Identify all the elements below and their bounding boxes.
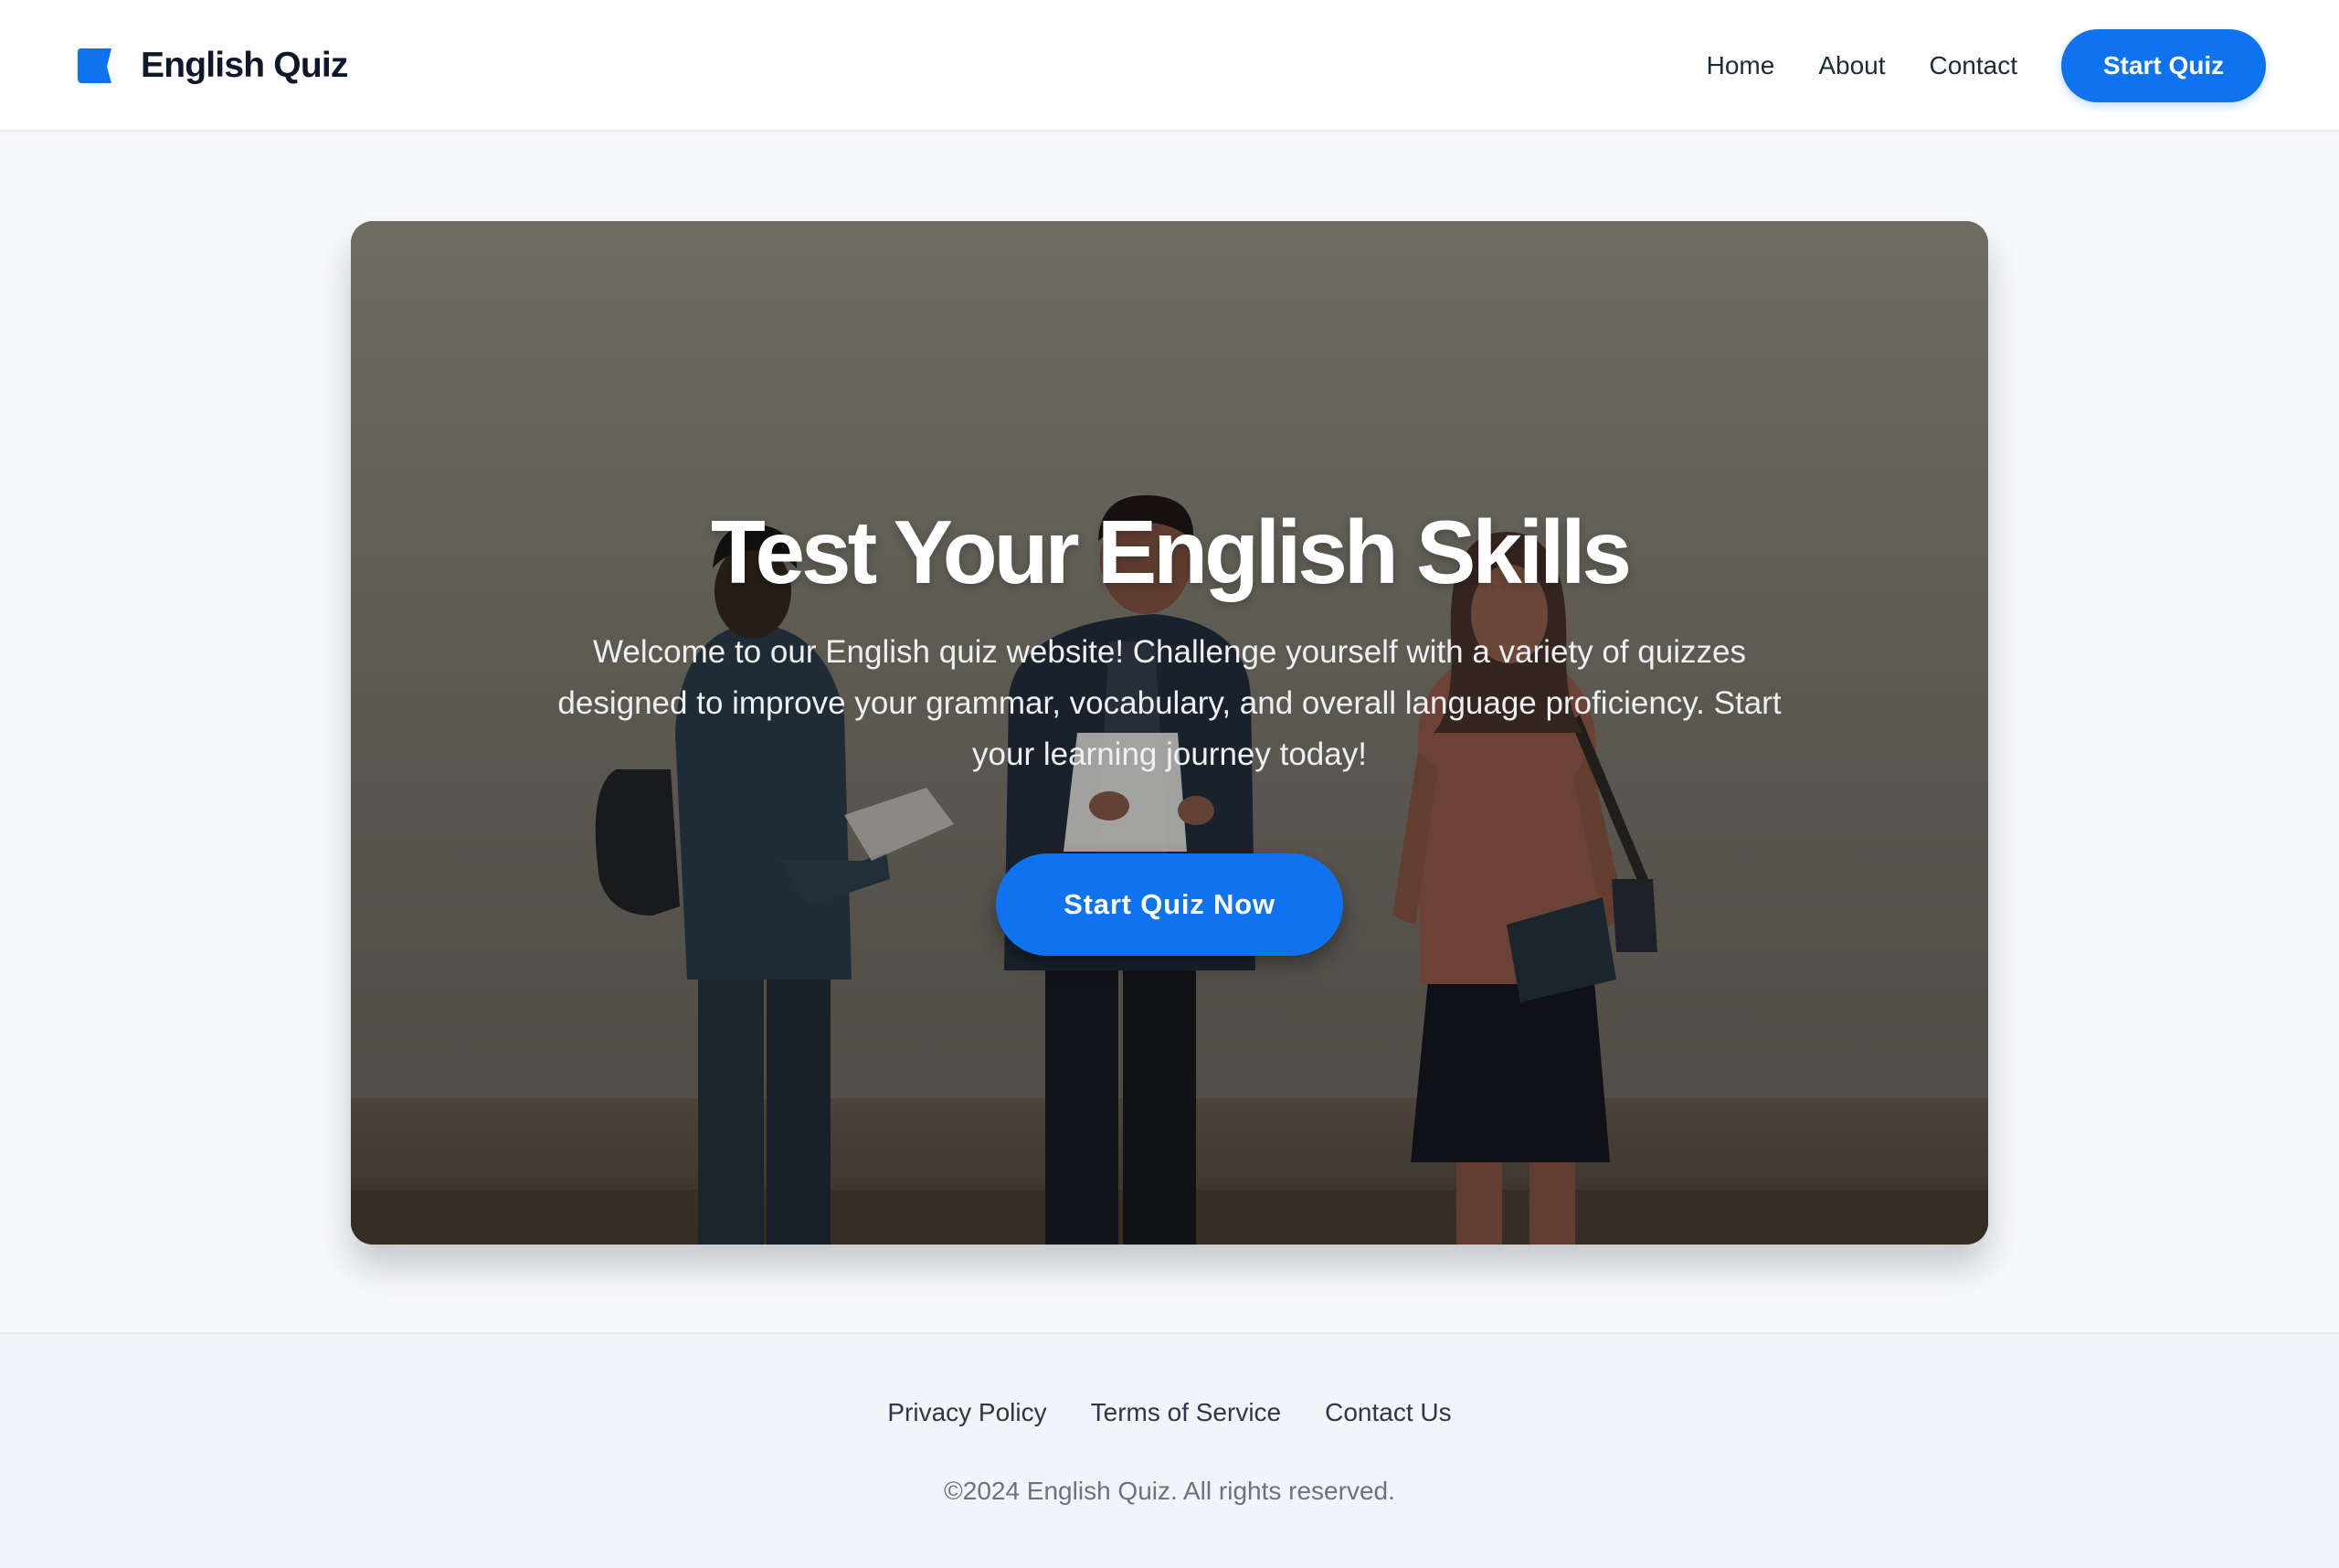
book-icon [78, 48, 111, 83]
nav-about-link[interactable]: About [1818, 51, 1885, 80]
start-quiz-now-button[interactable]: Start Quiz Now [996, 853, 1343, 956]
brand-name: English Quiz [141, 46, 348, 85]
hero-title: Test Your English Skills [710, 502, 1632, 602]
terms-of-service-link[interactable]: Terms of Service [1091, 1398, 1282, 1427]
brand[interactable]: English Quiz [77, 0, 348, 132]
hero-card: Test Your English Skills Welcome to our … [351, 221, 1988, 1245]
hero-description: Welcome to our English quiz website! Cha… [557, 634, 1782, 772]
site-header: English Quiz Home About Contact Start Qu… [0, 0, 2339, 132]
nav-home-link[interactable]: Home [1707, 51, 1775, 80]
contact-us-link[interactable]: Contact Us [1325, 1398, 1452, 1427]
copyright-text: ©2024 English Quiz. All rights reserved. [944, 1477, 1395, 1505]
footer-links: Privacy Policy Terms of Service Contact … [0, 1398, 2339, 1427]
start-quiz-button[interactable]: Start Quiz [2061, 29, 2266, 102]
site-footer: Privacy Policy Terms of Service Contact … [0, 1332, 2339, 1568]
privacy-policy-link[interactable]: Privacy Policy [887, 1398, 1046, 1427]
nav-contact-link[interactable]: Contact [1930, 51, 2018, 80]
main-nav: Home About Contact Start Quiz [1663, 0, 2266, 132]
